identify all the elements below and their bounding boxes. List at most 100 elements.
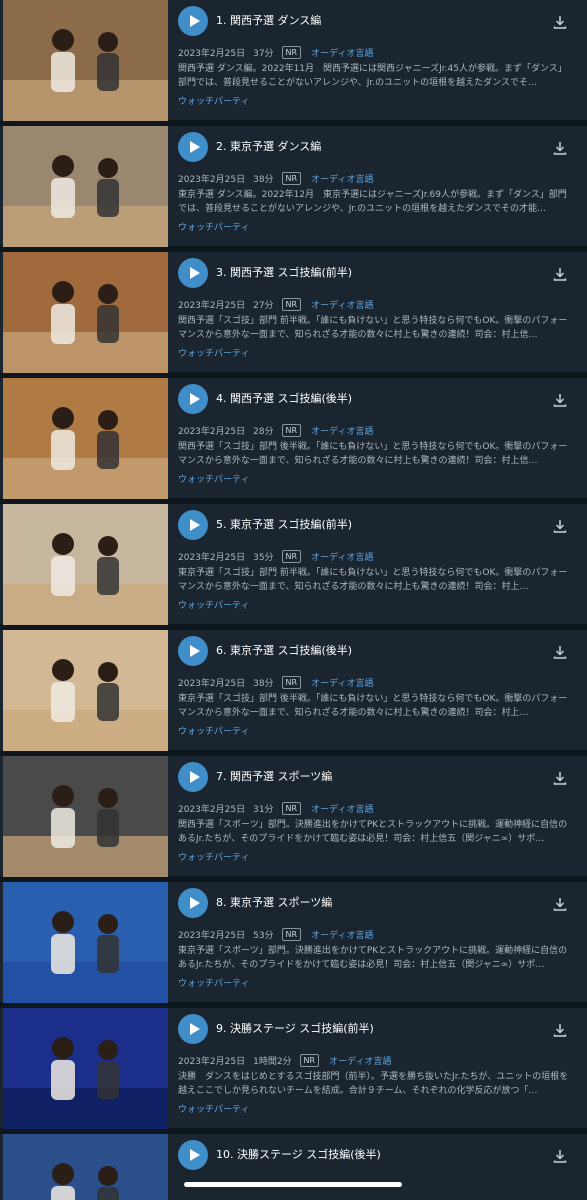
episode-description: 東京予選「スゴ技」部門 後半戦。「誰にも負けない」と思う特技なら何でもOK。衝撃… (178, 694, 568, 718)
audio-language-link[interactable]: オーディオ言語 (329, 1054, 391, 1067)
episode-thumbnail[interactable] (3, 378, 168, 499)
episode-title[interactable]: 3. 関西予選 スゴ技編(前半) (216, 264, 352, 280)
episode-description: 関西予選「スポーツ」部門。決勝進出をかけてPKとストラックアウトに挑戦。運動神経… (178, 820, 568, 844)
rating-badge: NR (281, 675, 302, 689)
episode-thumbnail[interactable] (3, 0, 168, 121)
episode-title[interactable]: 9. 決勝ステージ スゴ技編(前半) (216, 1020, 374, 1036)
episode-description: 関西予選 ダンス編。2022年11月 関西予選には関西ジャニーズJr.45人が参… (178, 64, 567, 88)
watch-party-link[interactable]: ウォッチパーティ (178, 1102, 249, 1115)
watch-party-link[interactable]: ウォッチパーティ (178, 850, 249, 863)
episode-row[interactable]: 9. 決勝ステージ スゴ技編(前半) 2023年2月25日 1時間2分 NR オ… (0, 1008, 587, 1131)
episode-thumbnail[interactable] (3, 756, 168, 877)
duration: 35分 (253, 552, 274, 563)
play-button[interactable] (178, 132, 208, 162)
episode-meta: 2023年2月25日 38分 NR オーディオ言語 (178, 675, 373, 689)
audio-language-link[interactable]: オーディオ言語 (311, 298, 373, 311)
watch-party-link[interactable]: ウォッチパーティ (178, 598, 249, 611)
episode-meta: 2023年2月25日 35分 NR オーディオ言語 (178, 549, 373, 563)
episode-row[interactable]: 5. 東京予選 スゴ技編(前半) 2023年2月25日 35分 NR オーディオ… (0, 504, 587, 627)
download-icon[interactable] (552, 1022, 568, 1038)
watch-party-link[interactable]: ウォッチパーティ (178, 220, 249, 233)
episode-meta: 2023年2月25日 28分 NR オーディオ言語 (178, 423, 373, 437)
episode-title[interactable]: 2. 東京予選 ダンス編 (216, 138, 321, 154)
episode-title[interactable]: 10. 決勝ステージ スゴ技編(後半) (216, 1146, 381, 1162)
episode-title[interactable]: 6. 東京予選 スゴ技編(後半) (216, 642, 352, 658)
episode-row[interactable]: 3. 関西予選 スゴ技編(前半) 2023年2月25日 27分 NR オーディオ… (0, 252, 587, 375)
episode-row[interactable]: 1. 関西予選 ダンス編 2023年2月25日 37分 NR オーディオ言語 関… (0, 0, 587, 123)
home-indicator[interactable] (184, 1182, 402, 1187)
rating-badge: NR (281, 801, 302, 815)
episode-title[interactable]: 4. 関西予選 スゴ技編(後半) (216, 390, 352, 406)
rating-badge: NR (281, 297, 302, 311)
watch-party-link[interactable]: ウォッチパーティ (178, 94, 249, 107)
watch-party-link[interactable]: ウォッチパーティ (178, 976, 249, 989)
download-icon[interactable] (552, 140, 568, 156)
rating-badge: NR (281, 549, 302, 563)
episode-thumbnail[interactable] (3, 630, 168, 751)
duration: 31分 (253, 804, 274, 815)
episode-title[interactable]: 8. 東京予選 スポーツ編 (216, 894, 332, 910)
episode-title[interactable]: 5. 東京予選 スゴ技編(前半) (216, 516, 352, 532)
play-button[interactable] (178, 384, 208, 414)
watch-party-link[interactable]: ウォッチパーティ (178, 724, 249, 737)
episode-description: 東京予選「スゴ技」部門 前半戦。「誰にも負けない」と思う特技なら何でもOK。衝撃… (178, 568, 568, 592)
episode-thumbnail[interactable] (3, 1008, 168, 1129)
play-button[interactable] (178, 1140, 208, 1170)
download-icon[interactable] (552, 518, 568, 534)
rating-badge: NR (281, 423, 302, 437)
release-date: 2023年2月25日 (178, 174, 246, 185)
audio-language-link[interactable]: オーディオ言語 (311, 802, 373, 815)
play-button[interactable] (178, 888, 208, 918)
episode-thumbnail[interactable] (3, 882, 168, 1003)
release-date: 2023年2月25日 (178, 426, 246, 437)
play-button[interactable] (178, 762, 208, 792)
episode-thumbnail[interactable] (3, 1134, 168, 1200)
release-date: 2023年2月25日 (178, 300, 246, 311)
download-icon[interactable] (552, 14, 568, 30)
episode-thumbnail[interactable] (3, 126, 168, 247)
episode-row[interactable]: 4. 関西予選 スゴ技編(後半) 2023年2月25日 28分 NR オーディオ… (0, 378, 587, 501)
release-date: 2023年2月25日 (178, 678, 246, 689)
watch-party-link[interactable]: ウォッチパーティ (178, 472, 249, 485)
episode-description: 決勝 ダンスをはじめとするスゴ技部門（前半）。予選を勝ち抜いたJr.たちが、ユニ… (178, 1072, 569, 1096)
play-button[interactable] (178, 1014, 208, 1044)
episode-row[interactable]: 6. 東京予選 スゴ技編(後半) 2023年2月25日 38分 NR オーディオ… (0, 630, 587, 753)
audio-language-link[interactable]: オーディオ言語 (311, 928, 373, 941)
episode-meta: 2023年2月25日 1時間2分 NR オーディオ言語 (178, 1053, 391, 1067)
rating-badge: NR (281, 927, 302, 941)
play-button[interactable] (178, 258, 208, 288)
download-icon[interactable] (552, 644, 568, 660)
episode-meta: 2023年2月25日 27分 NR オーディオ言語 (178, 297, 373, 311)
download-icon[interactable] (552, 392, 568, 408)
episode-row[interactable]: 10. 決勝ステージ スゴ技編(後半) (0, 1134, 587, 1200)
episode-row[interactable]: 8. 東京予選 スポーツ編 2023年2月25日 53分 NR オーディオ言語 … (0, 882, 587, 1005)
episode-thumbnail[interactable] (3, 504, 168, 625)
episode-description: 東京予選「スポーツ」部門。決勝進出をかけてPKとストラックアウトに挑戦。運動神経… (178, 946, 568, 970)
episode-meta: 2023年2月25日 31分 NR オーディオ言語 (178, 801, 373, 815)
episode-thumbnail[interactable] (3, 252, 168, 373)
watch-party-link[interactable]: ウォッチパーティ (178, 346, 249, 359)
duration: 37分 (253, 48, 274, 59)
play-button[interactable] (178, 510, 208, 540)
duration: 53分 (253, 930, 274, 941)
audio-language-link[interactable]: オーディオ言語 (311, 424, 373, 437)
release-date: 2023年2月25日 (178, 930, 246, 941)
audio-language-link[interactable]: オーディオ言語 (311, 676, 373, 689)
episode-row[interactable]: 2. 東京予選 ダンス編 2023年2月25日 38分 NR オーディオ言語 東… (0, 126, 587, 249)
audio-language-link[interactable]: オーディオ言語 (311, 46, 373, 59)
episode-title[interactable]: 1. 関西予選 ダンス編 (216, 12, 321, 28)
download-icon[interactable] (552, 1148, 568, 1164)
release-date: 2023年2月25日 (178, 804, 246, 815)
download-icon[interactable] (552, 896, 568, 912)
download-icon[interactable] (552, 266, 568, 282)
episode-meta: 2023年2月25日 38分 NR オーディオ言語 (178, 171, 373, 185)
rating-badge: NR (299, 1053, 320, 1067)
play-button[interactable] (178, 6, 208, 36)
episode-row[interactable]: 7. 関西予選 スポーツ編 2023年2月25日 31分 NR オーディオ言語 … (0, 756, 587, 879)
episode-title[interactable]: 7. 関西予選 スポーツ編 (216, 768, 332, 784)
download-icon[interactable] (552, 770, 568, 786)
play-button[interactable] (178, 636, 208, 666)
audio-language-link[interactable]: オーディオ言語 (311, 172, 373, 185)
episode-description (178, 1196, 570, 1200)
audio-language-link[interactable]: オーディオ言語 (311, 550, 373, 563)
